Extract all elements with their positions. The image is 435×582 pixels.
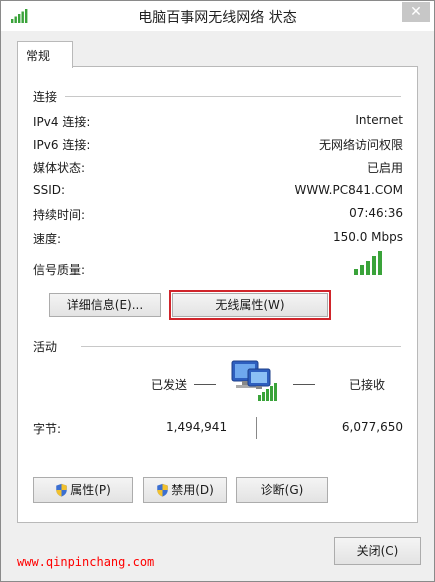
speed-value: 150.0 Mbps <box>332 230 403 244</box>
close-button[interactable]: 关闭(C) <box>334 537 421 565</box>
details-button[interactable]: 详细信息(E)... <box>49 293 161 317</box>
disable-button-label: 禁用(D) <box>171 483 214 497</box>
tab-general[interactable]: 常规 <box>17 41 73 68</box>
disable-button[interactable]: 禁用(D) <box>143 477 227 503</box>
activity-divider <box>81 346 401 347</box>
media-state-label: 媒体状态: <box>33 161 86 175</box>
ipv4-label: IPv4 连接: <box>33 115 91 129</box>
ssid-label: SSID: <box>33 183 66 197</box>
bytes-received-value: 6,077,650 <box>341 420 403 434</box>
ipv6-label: IPv6 连接: <box>33 138 91 152</box>
properties-button[interactable]: 属性(P) <box>33 477 133 503</box>
duration-value: 07:46:36 <box>349 206 403 220</box>
tab-general-label: 常规 <box>26 49 51 63</box>
window-title: 电脑百事网无线网络 状态 <box>138 10 297 26</box>
bytes-sent-value: 1,494,941 <box>166 420 228 434</box>
duration-label: 持续时间: <box>33 208 86 222</box>
signal-quality-bars-icon <box>354 251 382 275</box>
signal-quality-label: 信号质量: <box>33 263 86 277</box>
ipv6-value: 无网络访问权限 <box>318 138 403 152</box>
shield-icon <box>56 483 67 497</box>
network-computers-icon <box>231 360 277 401</box>
speed-label: 速度: <box>33 232 62 246</box>
sent-label: 已发送 <box>151 378 188 392</box>
connection-heading: 连接 <box>33 90 58 104</box>
activity-heading: 活动 <box>33 340 58 354</box>
status-window: 电脑百事网无线网络 状态 ✕ 常规 连接 IPv4 连接: Internet I… <box>0 0 435 582</box>
properties-button-label: 属性(P) <box>70 483 111 497</box>
wireless-properties-button[interactable]: 无线属性(W) <box>169 290 331 320</box>
bytes-separator <box>256 417 257 439</box>
shield-icon <box>157 483 168 497</box>
diagnose-button[interactable]: 诊断(G) <box>236 477 328 503</box>
title-bar[interactable]: 电脑百事网无线网络 状态 ✕ <box>1 1 434 31</box>
ssid-value: WWW.PC841.COM <box>294 183 403 197</box>
bytes-label: 字节: <box>33 422 62 436</box>
sent-line <box>194 384 216 385</box>
connection-divider <box>65 96 401 97</box>
close-icon[interactable]: ✕ <box>402 2 430 22</box>
media-state-value: 已启用 <box>366 161 403 175</box>
received-line <box>293 384 315 385</box>
watermark: www.qinpinchang.com <box>17 555 155 569</box>
received-label: 已接收 <box>349 378 386 392</box>
ipv4-value: Internet <box>355 113 403 127</box>
